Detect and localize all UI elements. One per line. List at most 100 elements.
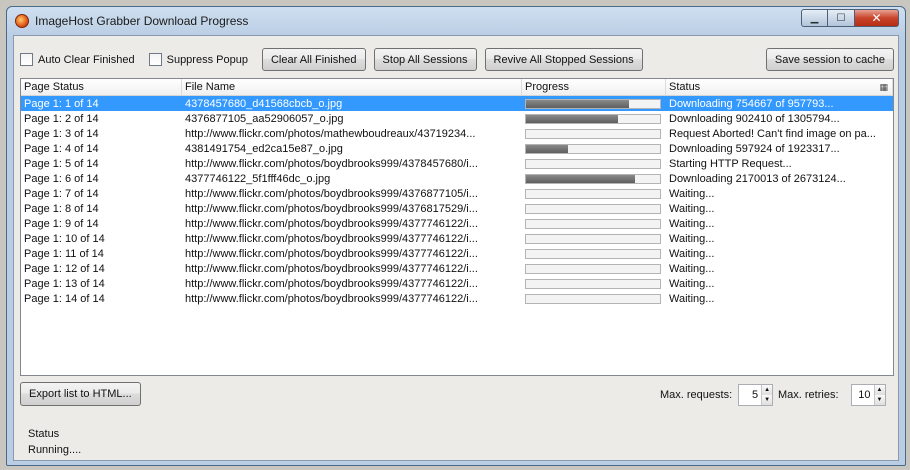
progress-bar [525,293,661,304]
cell-page-status: Page 1: 14 of 14 [24,292,105,305]
cell-page-status: Page 1: 5 of 14 [24,157,99,170]
suppress-popup-checkbox[interactable]: Suppress Popup [148,53,248,66]
table-row[interactable]: Page 1: 9 of 14 http://www.flickr.com/pho… [21,216,893,231]
progress-fill [526,114,619,123]
cell-progress [522,171,666,186]
list-body: Page 1: 1 of 14 4378457680_d41568cbcb_o.j… [21,96,893,306]
cell-progress [522,291,666,306]
cell-file-name: http://www.flickr.com/photos/boydbrooks9… [185,262,478,275]
max-retries-spinner[interactable]: 10 ▲ ▼ [850,384,886,406]
cell-progress [522,96,666,111]
cell-progress [522,261,666,276]
table-row[interactable]: Page 1: 14 of 14 http://www.flickr.com/ph… [21,291,893,306]
suppress-popup-label: Suppress Popup [166,53,248,66]
cell-status: Starting HTTP Request... [669,157,792,170]
progress-fill [526,144,568,153]
spin-down-icon[interactable]: ▼ [874,395,885,405]
auto-clear-label: Auto Clear Finished [38,53,135,66]
cell-page-status: Page 1: 12 of 14 [24,262,105,275]
max-requests-spinner[interactable]: 5 ▲ ▼ [738,384,774,406]
table-row[interactable]: Page 1: 12 of 14 http://www.flickr.com/ph… [21,261,893,276]
max-requests-label: Max. requests: [660,389,733,401]
auto-clear-checkbox[interactable]: Auto Clear Finished [20,53,135,66]
minimize-button[interactable]: ▁ [801,9,828,27]
column-header-page-status[interactable]: Page Status [21,79,182,95]
cell-page-status: Page 1: 7 of 14 [24,187,99,200]
maximize-icon: ☐ [836,12,846,24]
table-row[interactable]: Page 1: 2 of 14 4376877105_aa52906057_o.j… [21,111,893,126]
column-header-file-name[interactable]: File Name [182,79,522,95]
column-header-progress[interactable]: Progress [522,79,666,95]
cell-file-name: http://www.flickr.com/photos/boydbrooks9… [185,157,478,170]
cell-progress [522,201,666,216]
cell-status: Waiting... [669,187,715,200]
firefox-icon [15,14,29,28]
progress-bar [525,173,661,184]
table-row[interactable]: Page 1: 4 of 14 4381491754_ed2ca15e87_o.j… [21,141,893,156]
cell-file-name: http://www.flickr.com/photos/boydbrooks9… [185,292,478,305]
cell-file-name: http://www.flickr.com/photos/boydbrooks9… [185,217,478,230]
table-row[interactable]: Page 1: 6 of 14 4377746122_5f1fff46dc_o.j… [21,171,893,186]
cell-progress [522,156,666,171]
table-row[interactable]: Page 1: 7 of 14 http://www.flickr.com/pho… [21,186,893,201]
checkbox-box[interactable] [20,53,33,66]
cell-file-name: http://www.flickr.com/photos/boydbrooks9… [185,247,478,260]
spin-up-icon[interactable]: ▲ [762,385,773,395]
status-section: Status Running.... [28,428,81,460]
list-header: Page Status File Name Progress Status ▦ [21,79,893,96]
cell-page-status: Page 1: 3 of 14 [24,127,99,140]
close-button[interactable]: ✕ [855,9,899,27]
cell-page-status: Page 1: 6 of 14 [24,172,99,185]
column-header-status[interactable]: Status ▦ [666,79,893,95]
table-row[interactable]: Page 1: 1 of 14 4378457680_d41568cbcb_o.j… [21,96,893,111]
cell-progress [522,111,666,126]
client-area: Auto Clear Finished Suppress Popup Clear… [13,35,899,461]
progress-bar [525,218,661,229]
cell-file-name: http://www.flickr.com/photos/boydbrooks9… [185,232,478,245]
cell-file-name: 4378457680_d41568cbcb_o.jpg [185,97,343,110]
app-window: ImageHost Grabber Download Progress ▁ ☐ … [6,6,906,466]
column-picker-icon[interactable]: ▦ [879,82,888,93]
table-row[interactable]: Page 1: 13 of 14 http://www.flickr.com/ph… [21,276,893,291]
revive-all-sessions-button[interactable]: Revive All Stopped Sessions [484,48,643,71]
cell-status: Waiting... [669,217,715,230]
cell-status: Waiting... [669,202,715,215]
maximize-button[interactable]: ☐ [828,9,855,27]
progress-bar [525,98,661,109]
cell-status: Downloading 597924 of 1923317... [669,142,840,155]
minimize-icon: ▁ [810,12,819,24]
progress-bar [525,263,661,274]
cell-file-name: http://www.flickr.com/photos/boydbrooks9… [185,277,478,290]
stop-all-sessions-button[interactable]: Stop All Sessions [373,48,477,71]
spinner-arrows: ▲ ▼ [873,385,885,405]
spin-up-icon[interactable]: ▲ [874,385,885,395]
progress-bar [525,158,661,169]
title-bar[interactable]: ImageHost Grabber Download Progress ▁ ☐ … [7,7,905,35]
cell-page-status: Page 1: 13 of 14 [24,277,105,290]
clear-all-finished-button[interactable]: Clear All Finished [261,48,366,71]
table-row[interactable]: Page 1: 11 of 14 http://www.flickr.com/ph… [21,246,893,261]
cell-status: Waiting... [669,262,715,275]
download-list[interactable]: Page Status File Name Progress Status ▦ … [20,78,894,376]
progress-bar [525,143,661,154]
max-retries-value[interactable]: 10 [852,389,874,401]
table-row[interactable]: Page 1: 8 of 14 http://www.flickr.com/pho… [21,201,893,216]
max-requests-group: Max. requests: 5 ▲ ▼ [660,384,774,406]
table-row[interactable]: Page 1: 10 of 14 http://www.flickr.com/ph… [21,231,893,246]
checkbox-box[interactable] [148,53,162,66]
spin-down-icon[interactable]: ▼ [762,395,773,405]
save-session-button[interactable]: Save session to cache [765,48,894,71]
status-text: Running.... [28,444,82,456]
max-requests-value[interactable]: 5 [739,389,761,401]
cell-page-status: Page 1: 9 of 14 [24,217,99,230]
progress-bar [525,128,661,139]
table-row[interactable]: Page 1: 3 of 14 http://www.flickr.com/pho… [21,126,893,141]
table-row[interactable]: Page 1: 5 of 14 http://www.flickr.com/pho… [21,156,893,171]
column-header-status-label: Status [669,81,701,93]
cell-progress [522,216,666,231]
max-retries-label: Max. retries: [778,389,839,401]
cell-page-status: Page 1: 10 of 14 [24,232,105,245]
cell-progress [522,231,666,246]
cell-file-name: 4376877105_aa52906057_o.jpg [185,112,344,125]
export-html-button[interactable]: Export list to HTML... [20,382,141,406]
